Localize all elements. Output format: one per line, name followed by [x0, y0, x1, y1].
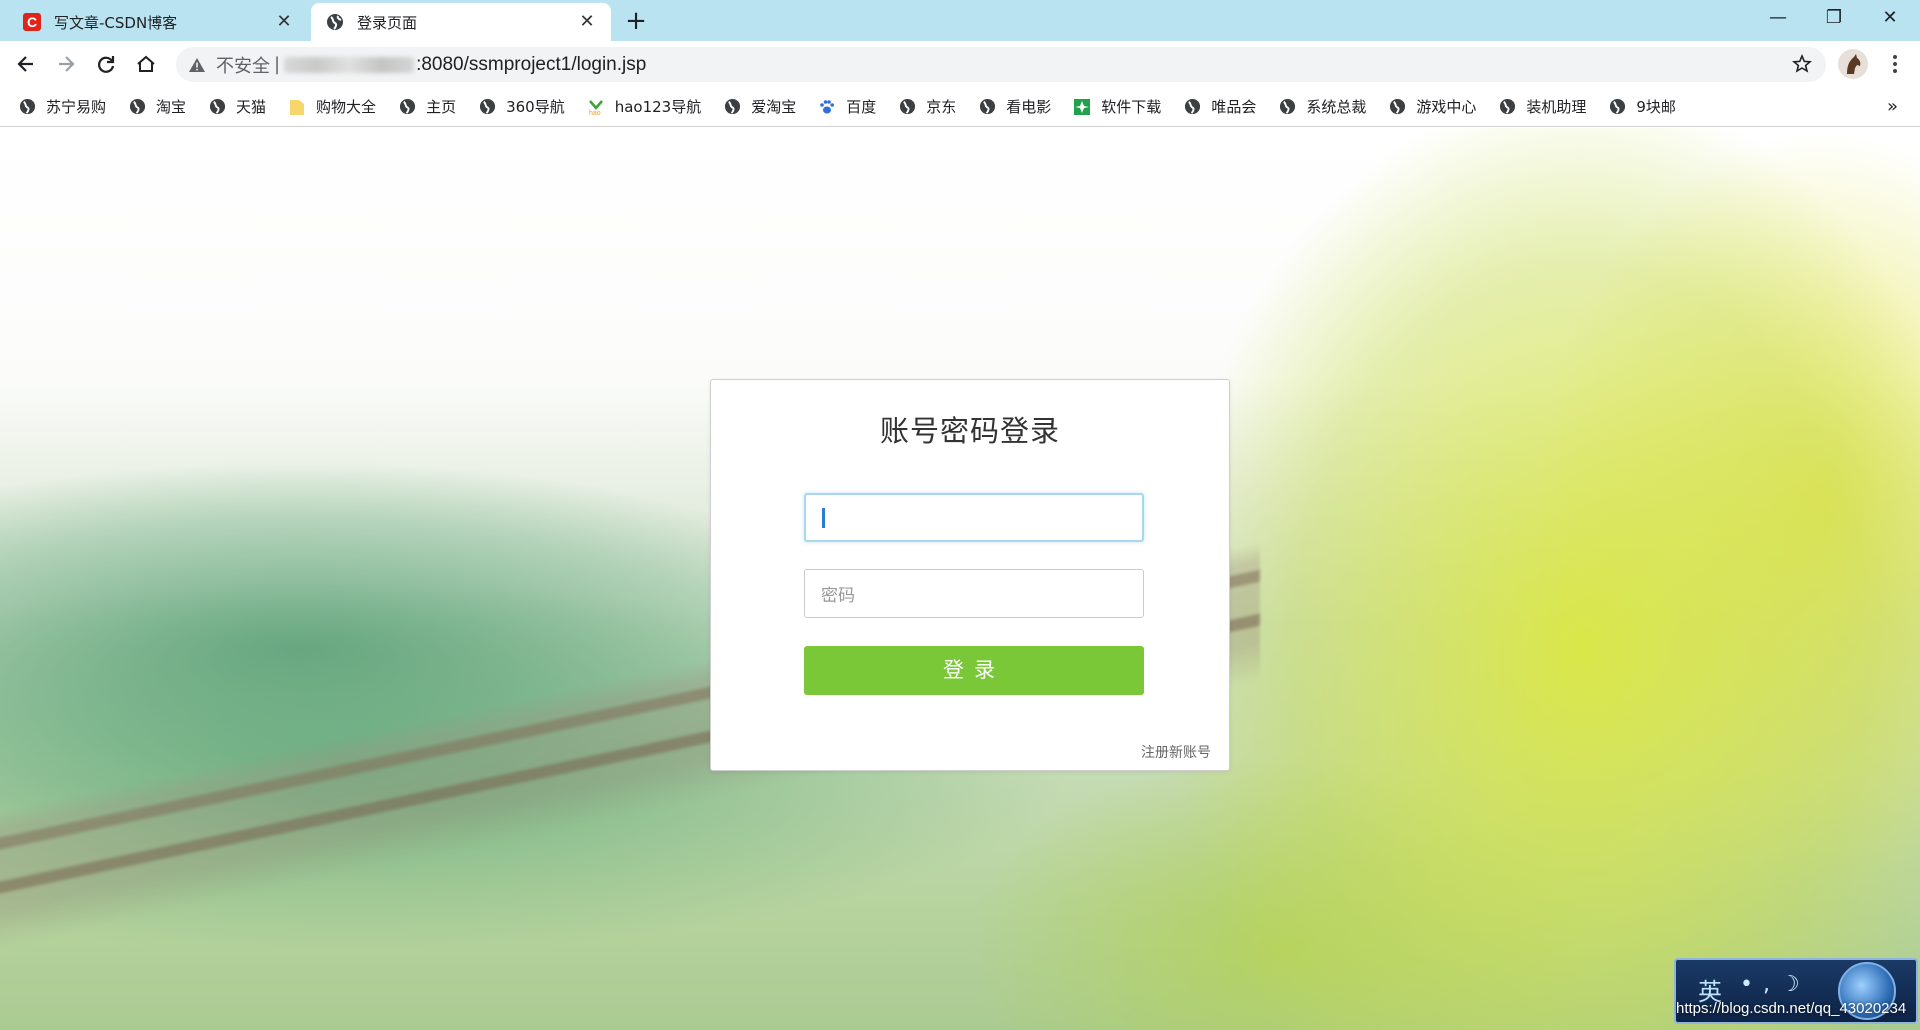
- close-tab-icon[interactable]: ✕: [274, 12, 294, 32]
- reload-button[interactable]: [90, 48, 122, 80]
- close-tab-icon[interactable]: ✕: [577, 12, 597, 32]
- tab-title: 登录页面: [357, 13, 418, 32]
- bookmark-vip[interactable]: 唯品会: [1183, 96, 1256, 117]
- bookmark-star-icon[interactable]: [1791, 53, 1813, 79]
- profile-avatar[interactable]: [1838, 49, 1868, 79]
- globe-icon: [1388, 98, 1406, 116]
- bookmark-games[interactable]: 游戏中心: [1388, 96, 1476, 117]
- baidu-paw-icon: [818, 98, 836, 116]
- globe-icon: [898, 98, 916, 116]
- password-placeholder: 密码: [821, 586, 855, 606]
- bookmark-hao123[interactable]: hao hao123导航: [587, 96, 702, 117]
- minimize-button[interactable]: —: [1750, 0, 1806, 38]
- svg-text:hao: hao: [589, 110, 601, 116]
- globe-icon: [128, 98, 146, 116]
- bookmark-taobao[interactable]: 淘宝: [128, 96, 186, 117]
- new-tab-button[interactable]: +: [620, 7, 652, 37]
- hao123-icon: hao: [587, 98, 605, 116]
- ime-symbols[interactable]: •,☽: [1740, 972, 1810, 997]
- url-text[interactable]: :8080/ssmproject1/login.jsp: [416, 54, 646, 76]
- globe-icon: [398, 98, 416, 116]
- bookmark-folder-shopping[interactable]: 购物大全: [288, 96, 376, 117]
- globe-icon: [1183, 98, 1201, 116]
- username-input[interactable]: [804, 493, 1144, 542]
- arrow-left-icon: [17, 56, 33, 72]
- folder-icon: [288, 98, 306, 116]
- bookmark-software[interactable]: 软件下载: [1073, 96, 1161, 117]
- register-link[interactable]: 注册新账号: [1141, 742, 1211, 762]
- globe-icon: [978, 98, 996, 116]
- watermark-text: https://blog.csdn.net/qq_43020234: [1676, 1000, 1907, 1017]
- arrow-right-icon: [59, 56, 75, 72]
- bookmarks-bar: 苏宁易购 淘宝 天猫 购物大全 主页 360导航 hao hao123导航 爱淘宝…: [0, 87, 1920, 127]
- software-icon: [1073, 98, 1091, 116]
- csdn-icon: C: [22, 12, 42, 32]
- globe-icon: [1278, 98, 1296, 116]
- security-label[interactable]: 不安全: [216, 52, 270, 78]
- back-button[interactable]: [10, 48, 42, 80]
- globe-icon: [1498, 98, 1516, 116]
- forward-button[interactable]: [50, 48, 82, 80]
- browser-menu-icon[interactable]: [1880, 49, 1910, 79]
- bookmark-360[interactable]: 360导航: [478, 96, 565, 117]
- address-separator: |: [274, 54, 281, 75]
- tab-strip: C 写文章-CSDN博客 ✕ 登录页面 ✕ + — ❐ ✕: [0, 0, 1920, 41]
- globe-icon: [18, 98, 36, 116]
- close-window-button[interactable]: ✕: [1862, 0, 1918, 38]
- bookmarks-overflow-button[interactable]: »: [1887, 96, 1898, 117]
- bookmark-baidu[interactable]: 百度: [818, 96, 876, 117]
- bookmark-home[interactable]: 主页: [398, 96, 456, 117]
- tab-csdn[interactable]: C 写文章-CSDN博客 ✕: [8, 3, 308, 41]
- bookmark-9kuaiyou[interactable]: 9块邮: [1608, 96, 1676, 117]
- home-icon: [137, 55, 155, 72]
- browser-toolbar: 不安全 | :8080/ssmproject1/login.jsp: [0, 41, 1920, 87]
- bookmark-movies[interactable]: 看电影: [978, 96, 1051, 117]
- bookmark-aitaobao[interactable]: 爱淘宝: [723, 96, 796, 117]
- password-input[interactable]: 密码: [804, 569, 1144, 618]
- bookmark-suning[interactable]: 苏宁易购: [18, 96, 106, 117]
- address-bar[interactable]: 不安全 | :8080/ssmproject1/login.jsp: [176, 47, 1826, 82]
- bookmark-jd[interactable]: 京东: [898, 96, 956, 117]
- globe-icon: [478, 98, 496, 116]
- bookmark-system[interactable]: 系统总裁: [1278, 96, 1366, 117]
- bookmark-tmall[interactable]: 天猫: [208, 96, 266, 117]
- tab-title: 写文章-CSDN博客: [54, 13, 178, 32]
- restore-button[interactable]: ❐: [1806, 0, 1862, 38]
- bookmark-install[interactable]: 装机助理: [1498, 96, 1586, 117]
- tab-login[interactable]: 登录页面 ✕: [311, 3, 611, 41]
- globe-icon: [208, 98, 226, 116]
- text-caret: [822, 507, 825, 528]
- warning-icon[interactable]: [188, 57, 206, 73]
- redacted-host: [284, 56, 415, 73]
- home-button[interactable]: [130, 48, 162, 80]
- globe-icon: [325, 12, 345, 32]
- login-button[interactable]: 登录: [804, 646, 1144, 695]
- reload-icon: [98, 56, 115, 73]
- horse-avatar-icon: [1847, 54, 1861, 74]
- login-title: 账号密码登录: [879, 414, 1060, 448]
- globe-icon: [723, 98, 741, 116]
- globe-icon: [1608, 98, 1626, 116]
- login-card: 账号密码登录 密码 登录 注册新账号: [710, 379, 1230, 771]
